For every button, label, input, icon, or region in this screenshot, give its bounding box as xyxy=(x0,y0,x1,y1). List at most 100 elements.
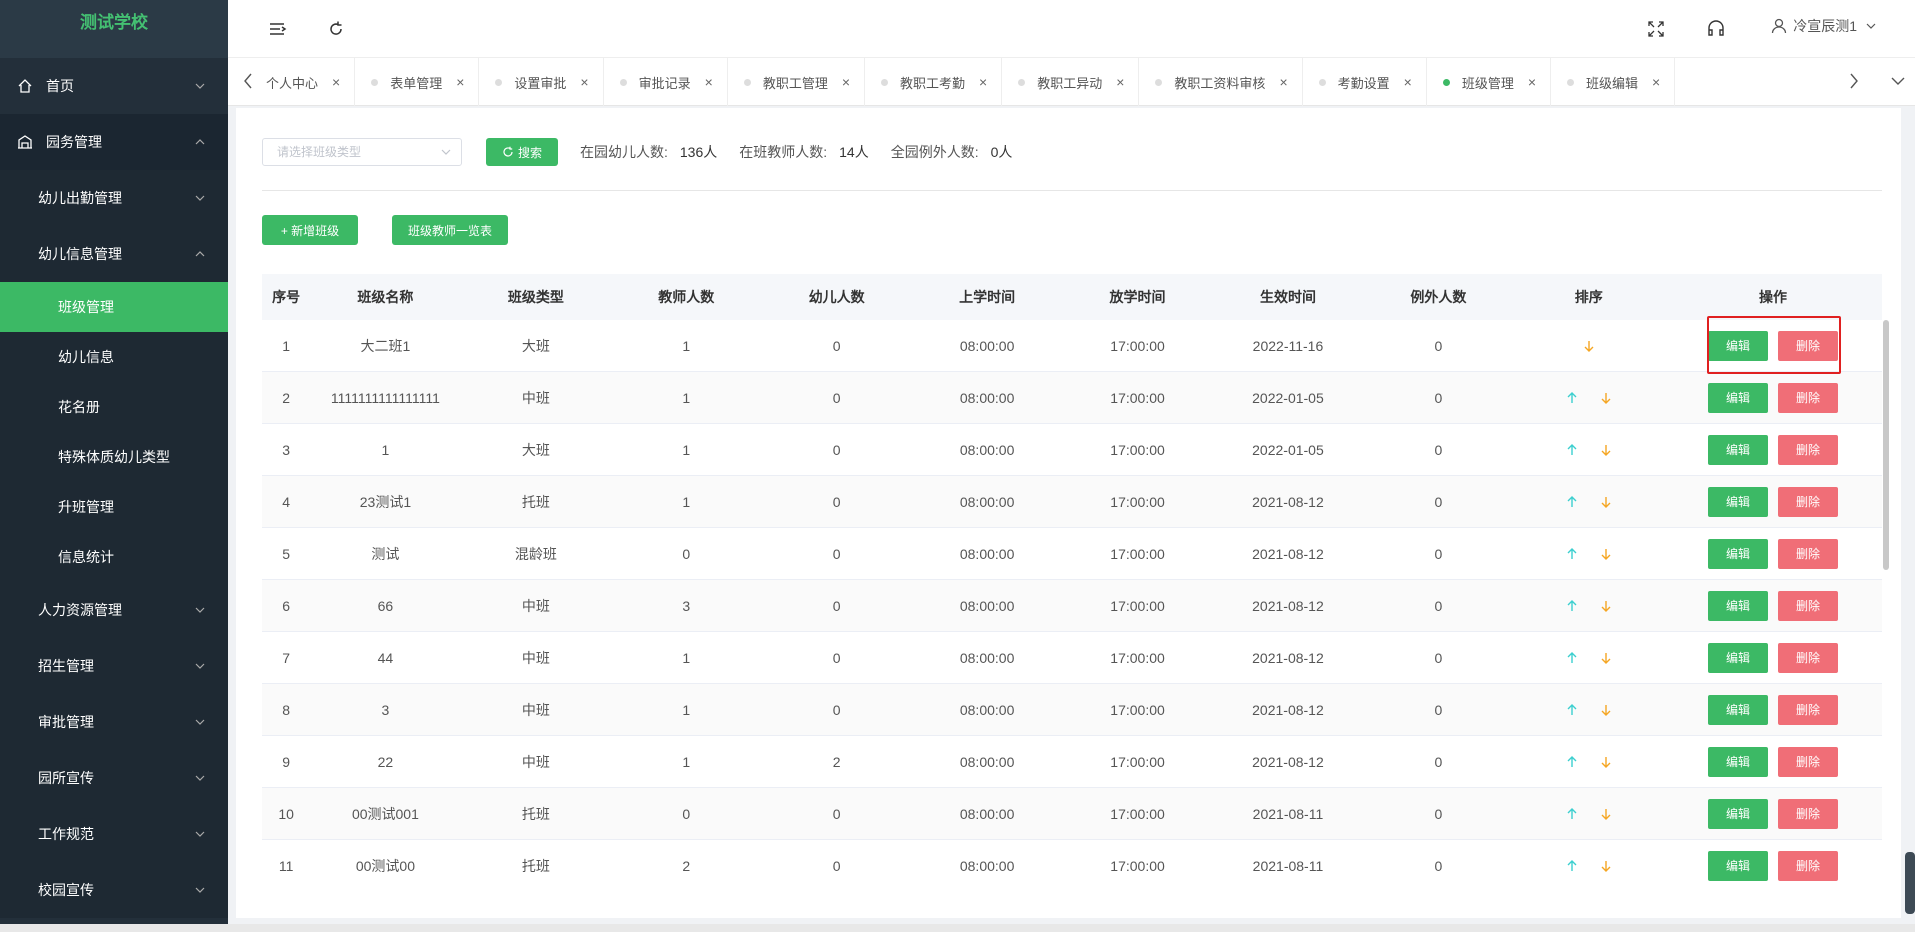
sort-down-icon[interactable] xyxy=(1599,755,1613,769)
table-cell: 08:00:00 xyxy=(959,493,1015,510)
edit-button[interactable]: 编辑 xyxy=(1707,850,1768,881)
delete-button[interactable]: 删除 xyxy=(1777,798,1838,829)
sidebar-item-enrollment[interactable]: 招生管理 xyxy=(0,638,228,694)
tab-7[interactable]: 教职工资料审核 × xyxy=(1139,58,1303,106)
collapse-menu-icon[interactable] xyxy=(268,19,288,39)
tabs-scroll-left-icon[interactable] xyxy=(238,70,258,92)
sidebar-item-class-mgmt[interactable]: 班级管理 xyxy=(0,282,228,332)
sort-down-icon[interactable] xyxy=(1599,703,1613,717)
sort-up-icon[interactable] xyxy=(1565,859,1579,873)
edit-button[interactable]: 编辑 xyxy=(1707,694,1768,725)
sort-up-icon[interactable] xyxy=(1565,599,1579,613)
sort-up-icon[interactable] xyxy=(1565,547,1579,561)
edit-button[interactable]: 编辑 xyxy=(1707,538,1768,569)
sidebar-item-approval[interactable]: 审批管理 xyxy=(0,694,228,750)
tab-1[interactable]: 表单管理 × xyxy=(355,58,480,106)
delete-button[interactable]: 删除 xyxy=(1777,850,1838,881)
close-icon[interactable]: × xyxy=(1404,74,1412,90)
sort-down-icon[interactable] xyxy=(1599,495,1613,509)
delete-button[interactable]: 删除 xyxy=(1777,590,1838,621)
edit-button[interactable]: 编辑 xyxy=(1707,330,1768,361)
tab-4[interactable]: 教职工管理 × xyxy=(728,58,866,106)
sort-up-icon[interactable] xyxy=(1565,703,1579,717)
table-scrollbar[interactable] xyxy=(1883,320,1889,570)
tab-10[interactable]: 班级编辑 × xyxy=(1551,58,1676,106)
close-icon[interactable]: × xyxy=(979,74,987,90)
delete-button[interactable]: 删除 xyxy=(1777,538,1838,569)
fullscreen-icon[interactable] xyxy=(1646,19,1666,39)
sidebar-item-work-norms[interactable]: 工作规范 xyxy=(0,806,228,862)
close-icon[interactable]: × xyxy=(1279,74,1287,90)
close-icon[interactable]: × xyxy=(1116,74,1124,90)
delete-button[interactable]: 删除 xyxy=(1777,694,1838,725)
tabs-dropdown-icon[interactable] xyxy=(1888,70,1908,92)
tab-6[interactable]: 教职工异动 × xyxy=(1002,58,1140,106)
edit-button[interactable]: 编辑 xyxy=(1707,746,1768,777)
sort-down-icon[interactable] xyxy=(1599,443,1613,457)
sidebar-item-special-constitution[interactable]: 特殊体质幼儿类型 xyxy=(0,432,228,482)
sort-down-icon[interactable] xyxy=(1599,391,1613,405)
teacher-list-button[interactable]: 班级教师一览表 xyxy=(392,215,508,245)
sidebar-item-garden-affairs[interactable]: 园务管理 xyxy=(0,114,228,170)
sort-up-icon[interactable] xyxy=(1565,651,1579,665)
edit-button[interactable]: 编辑 xyxy=(1707,434,1768,465)
sidebar-item-publicity[interactable]: 园所宣传 xyxy=(0,750,228,806)
tabs-scroll-right-icon[interactable] xyxy=(1844,70,1864,92)
user-menu[interactable]: 冷宣辰测1 xyxy=(1771,16,1877,36)
sort-up-icon[interactable] xyxy=(1565,807,1579,821)
sort-down-icon[interactable] xyxy=(1599,547,1613,561)
class-type-select[interactable]: 请选择班级类型 xyxy=(262,138,462,166)
add-class-button[interactable]: + 新增班级 xyxy=(262,215,358,245)
sort-down-icon[interactable] xyxy=(1582,339,1596,353)
sidebar-item-hr[interactable]: 人力资源管理 xyxy=(0,582,228,638)
close-icon[interactable]: × xyxy=(580,74,588,90)
sidebar-item-campus-publicity[interactable]: 校园宣传 xyxy=(0,862,228,918)
edit-button[interactable]: 编辑 xyxy=(1707,486,1768,517)
edit-button[interactable]: 编辑 xyxy=(1707,642,1768,673)
sort-up-icon[interactable] xyxy=(1565,443,1579,457)
delete-button[interactable]: 删除 xyxy=(1777,330,1838,361)
close-icon[interactable]: × xyxy=(842,74,850,90)
sort-down-icon[interactable] xyxy=(1599,807,1613,821)
sidebar-item-child-info-mgmt[interactable]: 幼儿信息管理 xyxy=(0,226,228,282)
table-row: 4 23测试1 托班 1 0 08:00:00 17:00:00 2021-08-12 0 编辑删… xyxy=(262,476,1882,528)
sort-down-icon[interactable] xyxy=(1599,859,1613,873)
edit-button[interactable]: 编辑 xyxy=(1707,590,1768,621)
delete-button[interactable]: 删除 xyxy=(1777,382,1838,413)
headset-icon[interactable] xyxy=(1706,19,1726,39)
tab-5[interactable]: 教职工考勤 × xyxy=(865,58,1003,106)
sort-up-icon[interactable] xyxy=(1565,391,1579,405)
close-icon[interactable]: × xyxy=(332,74,340,90)
close-icon[interactable]: × xyxy=(1652,74,1660,90)
sidebar-item-promotion[interactable]: 升班管理 xyxy=(0,482,228,532)
horizontal-scrollbar[interactable] xyxy=(0,924,1915,932)
sidebar-item-child-attendance[interactable]: 幼儿出勤管理 xyxy=(0,170,228,226)
close-icon[interactable]: × xyxy=(705,74,713,90)
sort-up-icon[interactable] xyxy=(1565,495,1579,509)
sidebar-item-label: 班级管理 xyxy=(58,299,114,315)
sort-up-icon[interactable] xyxy=(1565,755,1579,769)
close-icon[interactable]: × xyxy=(456,74,464,90)
sidebar-item-statistics[interactable]: 信息统计 xyxy=(0,532,228,582)
tab-9[interactable]: 班级管理 × xyxy=(1427,58,1552,106)
edit-button[interactable]: 编辑 xyxy=(1707,798,1768,829)
delete-button[interactable]: 删除 xyxy=(1777,642,1838,673)
tab-3[interactable]: 审批记录 × xyxy=(604,58,728,106)
sidebar-item-home[interactable]: 首页 xyxy=(0,58,228,114)
refresh-icon[interactable] xyxy=(326,19,346,39)
search-button[interactable]: 搜索 xyxy=(486,138,558,166)
sort-down-icon[interactable] xyxy=(1599,651,1613,665)
delete-button[interactable]: 删除 xyxy=(1777,486,1838,517)
delete-button[interactable]: 删除 xyxy=(1777,434,1838,465)
sort-down-icon[interactable] xyxy=(1599,599,1613,613)
sidebar-item-child-info[interactable]: 幼儿信息 xyxy=(0,332,228,382)
page-scrollbar-thumb[interactable] xyxy=(1905,852,1915,914)
table-cell: 17:00:00 xyxy=(1110,753,1165,770)
sidebar-item-roster[interactable]: 花名册 xyxy=(0,382,228,432)
tab-2[interactable]: 设置审批 × xyxy=(479,58,604,106)
close-icon[interactable]: × xyxy=(1528,74,1536,90)
tab-8[interactable]: 考勤设置 × xyxy=(1303,58,1427,106)
tab-0[interactable]: 个人中心 × xyxy=(258,58,356,106)
edit-button[interactable]: 编辑 xyxy=(1707,382,1768,413)
delete-button[interactable]: 删除 xyxy=(1777,746,1838,777)
